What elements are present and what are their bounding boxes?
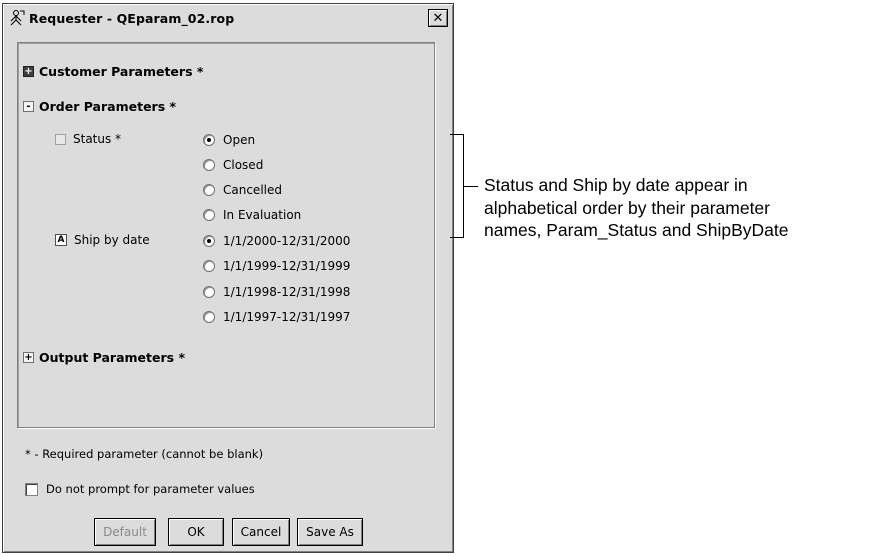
save-as-button[interactable]: Save As bbox=[297, 518, 363, 546]
annotation-line: names, Param_Status and ShipByDate bbox=[484, 220, 789, 240]
group-label: Order Parameters * bbox=[39, 99, 177, 114]
annotation-text: Status and Ship by date appear in alphab… bbox=[484, 174, 879, 242]
group-label: Output Parameters * bbox=[39, 350, 185, 365]
radio-status-in-evaluation[interactable]: In Evaluation bbox=[203, 207, 301, 223]
window-title: Requester - QEparam_02.rop bbox=[29, 10, 235, 26]
group-customer-parameters[interactable]: + Customer Parameters * bbox=[23, 64, 203, 79]
annotation-line: alphabetical order by their parameter bbox=[484, 197, 770, 218]
radio-icon[interactable] bbox=[203, 311, 215, 323]
radio-icon[interactable] bbox=[203, 184, 215, 196]
requester-dialog: Requester - QEparam_02.rop ✕ + Customer … bbox=[2, 3, 454, 553]
close-button[interactable]: ✕ bbox=[428, 9, 448, 27]
ad-hoc-icon: A bbox=[55, 234, 67, 246]
radio-ship-1999[interactable]: 1/1/1999-12/31/1999 bbox=[203, 258, 350, 274]
annotation-line: Status and Ship by date appear in bbox=[484, 175, 748, 195]
radio-icon[interactable] bbox=[203, 260, 215, 272]
param-indicator-icon bbox=[55, 133, 66, 145]
radio-ship-1997[interactable]: 1/1/1997-12/31/1997 bbox=[203, 309, 350, 325]
group-output-parameters[interactable]: + Output Parameters * bbox=[23, 350, 185, 365]
radio-icon[interactable] bbox=[203, 286, 215, 298]
requester-icon bbox=[8, 9, 26, 27]
title-bar[interactable]: Requester - QEparam_02.rop ✕ bbox=[6, 7, 450, 29]
no-prompt-label: Do not prompt for parameter values bbox=[46, 482, 255, 496]
radio-status-cancelled[interactable]: Cancelled bbox=[203, 182, 282, 198]
radio-selected-icon[interactable] bbox=[203, 235, 215, 247]
radio-ship-1998[interactable]: 1/1/1998-12/31/1998 bbox=[203, 284, 350, 300]
required-note: * - Required parameter (cannot be blank) bbox=[25, 447, 264, 461]
expand-icon[interactable]: + bbox=[23, 352, 34, 363]
default-button[interactable]: Default bbox=[94, 518, 156, 546]
annotation-connector bbox=[464, 186, 478, 187]
radio-ship-2000[interactable]: 1/1/2000-12/31/2000 bbox=[203, 233, 350, 249]
parameter-panel: + Customer Parameters * - Order Paramete… bbox=[17, 42, 435, 428]
radio-status-open[interactable]: Open bbox=[203, 132, 255, 148]
no-prompt-option[interactable]: Do not prompt for parameter values bbox=[25, 482, 255, 496]
radio-icon[interactable] bbox=[203, 159, 215, 171]
close-icon: ✕ bbox=[432, 10, 444, 26]
group-order-parameters[interactable]: - Order Parameters * bbox=[23, 99, 176, 114]
annotation-bracket bbox=[450, 134, 464, 238]
param-status-label: Status * bbox=[55, 132, 121, 146]
radio-selected-icon[interactable] bbox=[203, 134, 215, 146]
collapse-icon[interactable]: - bbox=[23, 101, 34, 112]
cancel-button[interactable]: Cancel bbox=[232, 518, 290, 546]
radio-status-closed[interactable]: Closed bbox=[203, 157, 263, 173]
param-ship-by-date-label: A Ship by date bbox=[55, 233, 150, 247]
no-prompt-checkbox[interactable] bbox=[25, 482, 38, 496]
group-label: Customer Parameters * bbox=[39, 64, 204, 79]
expand-icon[interactable]: + bbox=[23, 66, 34, 77]
radio-icon[interactable] bbox=[203, 209, 215, 221]
ok-button[interactable]: OK bbox=[168, 518, 224, 546]
